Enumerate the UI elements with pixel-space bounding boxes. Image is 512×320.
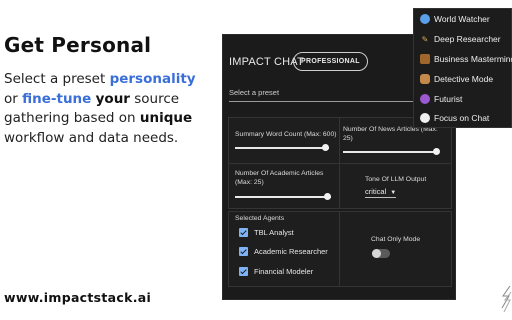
academic-articles-label: Number Of Academic Articles (Max: 25) <box>235 170 324 186</box>
news-articles-thumb[interactable] <box>433 148 440 155</box>
agent-checkbox[interactable] <box>239 227 248 237</box>
summary-word-count-slider[interactable] <box>235 147 329 149</box>
researcher-icon: ✎ <box>421 34 429 44</box>
menu-item-detective-mode[interactable]: Detective Mode <box>420 72 493 86</box>
agent-option[interactable]: Academic Researcher <box>239 245 328 257</box>
agent-checkbox[interactable] <box>239 266 248 276</box>
academic-articles-slider[interactable] <box>235 196 331 198</box>
agent-label: Financial Modeler <box>254 266 314 276</box>
promo-headline: Get Personal <box>4 33 152 57</box>
tone-dropdown[interactable]: critical ▼ <box>365 187 397 198</box>
bold-your: your <box>95 90 130 107</box>
menu-item-focus-on-chat[interactable]: Focus on Chat <box>420 111 489 125</box>
preset-select[interactable]: Select a preset <box>229 88 415 102</box>
news-articles-slider[interactable] <box>343 151 439 153</box>
menu-item-business-mastermind[interactable]: Business Mastermind <box>420 52 512 66</box>
preset-menu: World Watcher ✎ Deep Researcher Business… <box>413 8 512 128</box>
summary-word-count-label: Summary Word Count (Max: 600) <box>235 131 337 138</box>
highlight-fine-tune: fine-tune <box>22 90 92 107</box>
menu-item-world-watcher[interactable]: World Watcher <box>420 12 490 26</box>
caret-down-icon: ▼ <box>390 190 397 196</box>
website-url: www.impactstack.ai <box>4 290 152 305</box>
speech-bubble-icon <box>420 113 430 123</box>
agents-card: Selected Agents TBL Analyst Academic Res… <box>228 211 452 287</box>
briefcase-icon <box>420 54 430 64</box>
tone-label: Tone Of LLM Output <box>365 176 427 183</box>
agent-checkbox[interactable] <box>239 246 248 256</box>
agent-option[interactable]: TBL Analyst <box>239 226 294 238</box>
promo-description: Select a preset personality or fine-tune… <box>4 71 196 146</box>
toggle-knob <box>372 249 381 258</box>
parameters-card: Summary Word Count (Max: 600) Number Of … <box>228 117 452 209</box>
academic-articles-thumb[interactable] <box>324 193 331 200</box>
globe-icon <box>420 14 430 24</box>
brand-mark-icon <box>501 285 512 313</box>
selected-agents-label: Selected Agents <box>235 215 285 222</box>
chat-only-mode-toggle[interactable] <box>372 249 390 258</box>
bold-unique: unique <box>139 110 193 126</box>
highlight-personality: personality <box>109 71 196 87</box>
tone-value: critical <box>365 187 387 196</box>
menu-item-futurist[interactable]: Futurist <box>420 92 462 106</box>
detective-icon <box>420 74 430 84</box>
plan-badge: PROFESSIONAL <box>293 52 368 71</box>
chat-only-mode-label: Chat Only Mode <box>371 236 421 243</box>
agent-option[interactable]: Financial Modeler <box>239 265 313 277</box>
agent-label: Academic Researcher <box>254 246 328 256</box>
crystal-ball-icon <box>420 94 430 104</box>
menu-item-deep-researcher[interactable]: ✎ Deep Researcher <box>420 32 501 46</box>
agent-label: TBL Analyst <box>254 227 294 237</box>
summary-word-count-thumb[interactable] <box>322 144 329 151</box>
